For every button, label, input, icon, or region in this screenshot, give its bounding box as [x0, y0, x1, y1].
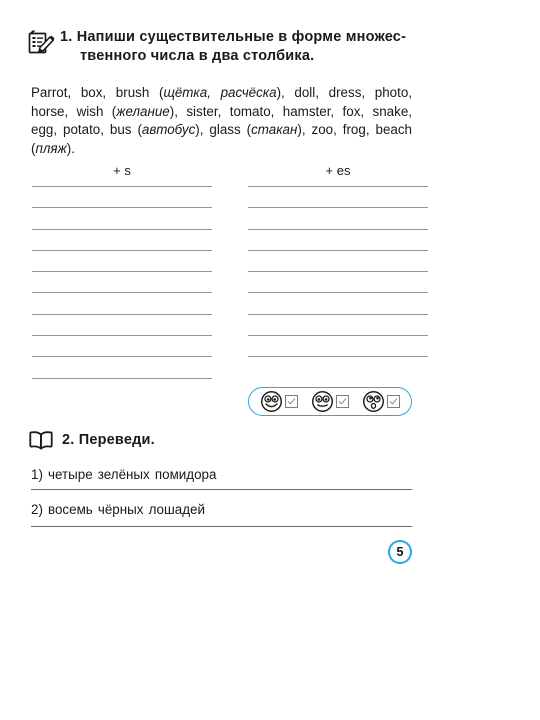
- rating-option-happy[interactable]: [260, 390, 298, 413]
- column-header-plus-s: + s: [113, 163, 131, 178]
- answer-lines-column-right[interactable]: [248, 186, 428, 378]
- answer-line[interactable]: [32, 228, 212, 230]
- notepad-pencil-icon: [26, 29, 56, 57]
- open-book-icon: [28, 430, 54, 450]
- page-number-badge: 5: [388, 540, 412, 564]
- exercise-2-heading: 2. Переведи.: [28, 430, 155, 450]
- answer-line[interactable]: [32, 356, 212, 358]
- exercise-1-title: 1. Напиши существительные в форме множес…: [60, 28, 446, 66]
- answer-line[interactable]: [248, 292, 428, 294]
- translation-item-1: 1) четыре зелёных помидора: [31, 467, 217, 482]
- translation-answer-line-1[interactable]: [31, 489, 412, 490]
- rating-option-neutral[interactable]: [311, 390, 349, 413]
- answer-line[interactable]: [248, 249, 428, 251]
- exercise-1-heading: 1. Напиши существительные в форме множес…: [26, 28, 446, 66]
- answer-line[interactable]: [32, 186, 212, 187]
- answer-line[interactable]: [32, 313, 212, 315]
- answer-line[interactable]: [32, 207, 212, 209]
- answer-line[interactable]: [248, 207, 428, 209]
- answer-line[interactable]: [248, 313, 428, 315]
- neutral-face-icon: [311, 390, 334, 413]
- answer-line[interactable]: [248, 271, 428, 273]
- answer-line[interactable]: [32, 292, 212, 294]
- sad-face-icon: [362, 390, 385, 413]
- answer-line[interactable]: [32, 271, 212, 273]
- checkbox-happy[interactable]: [284, 395, 298, 408]
- answer-line[interactable]: [248, 228, 428, 230]
- exercise-1-title-line-1: 1. Напиши существительные в форме множес…: [60, 29, 407, 45]
- checkbox-neutral[interactable]: [335, 395, 349, 408]
- answer-line[interactable]: [248, 186, 428, 187]
- exercise-1-wordlist: Parrot, box, brush (щётка, расчёска), do…: [31, 85, 412, 156]
- translation-answer-line-2[interactable]: [31, 526, 412, 527]
- translation-item-2: 2) восемь чёрных лошадей: [31, 502, 205, 517]
- checkbox-sad[interactable]: [387, 395, 401, 408]
- column-header-plus-es: + es: [325, 163, 351, 178]
- exercise-1-title-line-2: твенного числа в два столбика.: [80, 48, 315, 64]
- answer-line[interactable]: [32, 335, 212, 337]
- answer-lines-column-left[interactable]: [32, 186, 212, 399]
- answer-line[interactable]: [248, 356, 428, 358]
- rating-option-sad[interactable]: [362, 390, 401, 413]
- workbook-page: 1. Напиши существительные в форме множес…: [0, 0, 540, 720]
- answer-line[interactable]: [248, 335, 428, 337]
- exercise-2-title: 2. Переведи.: [62, 432, 155, 448]
- answer-line[interactable]: [32, 249, 212, 251]
- happy-face-icon: [260, 390, 283, 413]
- answer-line[interactable]: [32, 377, 212, 379]
- self-assessment-rating[interactable]: [248, 387, 412, 416]
